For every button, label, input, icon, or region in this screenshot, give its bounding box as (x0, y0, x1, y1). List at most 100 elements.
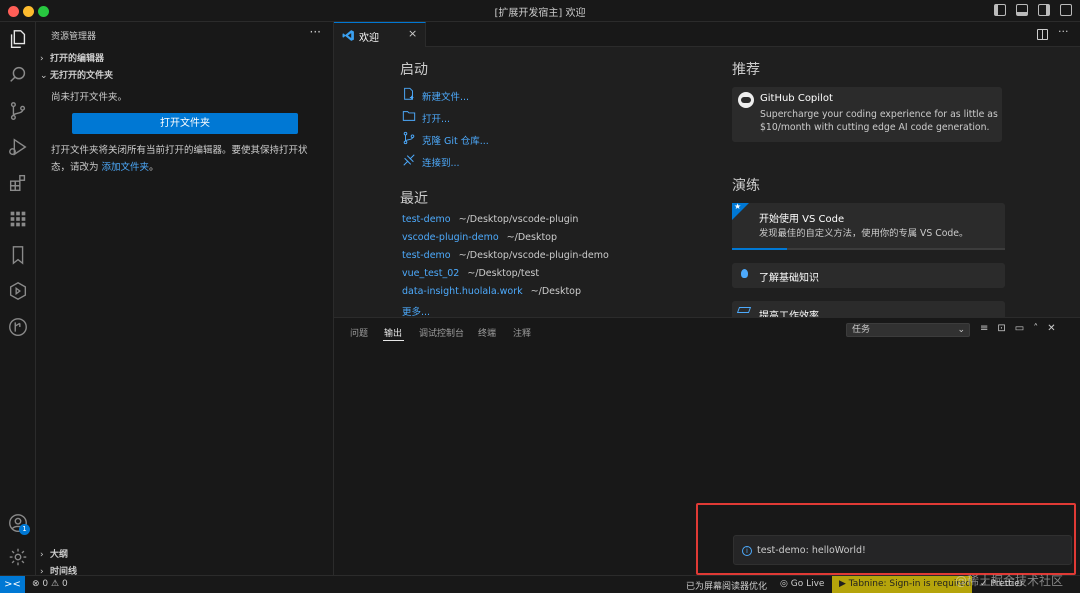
recent-name[interactable]: vue_test_02 (402, 268, 459, 279)
recent-heading: 最近 (400, 191, 428, 207)
open-in-editor-icon[interactable]: ▭ (1015, 323, 1024, 334)
notification-toast[interactable]: i test-demo: helloWorld! (733, 535, 1072, 565)
tabnine-icon: ▶ (839, 579, 846, 589)
recent-name[interactable]: test-demo (402, 214, 451, 225)
toggle-panel-icon[interactable] (1016, 4, 1028, 16)
recent-item[interactable]: test-demo ~/Desktop/vscode-plugin-demo (402, 250, 609, 261)
go-live-button[interactable]: ◎ Go Live (780, 579, 824, 589)
run-debug-icon[interactable] (7, 136, 29, 158)
tabnine-label: Tabnine: Sign-in is required! (848, 579, 972, 589)
walkthrough-basics[interactable]: 了解基础知识 (732, 263, 1005, 288)
toggle-secondary-sidebar-icon[interactable] (1038, 4, 1050, 16)
tab-problems[interactable]: 问题 (350, 326, 368, 339)
recent-name[interactable]: data-insight.huolala.work (402, 286, 523, 297)
lock-scroll-icon[interactable]: ⊡ (997, 323, 1005, 334)
status-bar: >< ⊗ 0 ⚠ 0 已为屏幕阅读器优化 ◎ Go Live ▶ Tabnine… (0, 575, 1080, 593)
tab-close-icon[interactable]: × (408, 27, 417, 40)
clear-output-icon[interactable]: ≡ (980, 323, 988, 334)
activity-bar: 1 (0, 22, 36, 575)
open-editors-label: 打开的编辑器 (50, 54, 105, 64)
source-control-icon[interactable] (7, 100, 29, 122)
maximize-panel-icon[interactable]: ˄ (1033, 323, 1038, 334)
walkthrough-2-title: 了解基础知识 (759, 273, 819, 284)
customize-layout-icon[interactable] (1060, 4, 1072, 16)
bookmark-icon[interactable] (7, 244, 29, 266)
screen-reader-status[interactable]: 已为屏幕阅读器优化 (686, 579, 767, 592)
problems-status[interactable]: ⊗ 0 ⚠ 0 (32, 579, 68, 589)
recent-name[interactable]: vscode-plugin-demo (402, 232, 499, 243)
settings-gear-icon[interactable] (7, 546, 29, 568)
hint-prefix: 态，请改为 (51, 162, 99, 173)
lightbulb-icon (741, 269, 748, 278)
tab-welcome[interactable]: 欢迎 × (334, 22, 426, 47)
panel-actions: ≡ ⊡ ▭ ˄ ✕ (980, 323, 1056, 334)
recent-path: ~/Desktop/vscode-plugin-demo (458, 250, 609, 261)
walkthrough-getting-started[interactable]: ★ 开始使用 VS Code 发现最佳的自定义方法，使用你的专属 VS Code… (732, 202, 1005, 250)
explorer-sidebar: 资源管理器 ··· › 打开的编辑器 ⌄ 无打开的文件夹 尚未打开文件夹。 打开文件… (36, 22, 334, 577)
copilot-desc-2: $10/month with cutting edge AI code gene… (760, 122, 990, 133)
watermark: @稀土掘金技术社区 (955, 574, 1064, 588)
tab-debug-console[interactable]: 调试控制台 (419, 326, 464, 339)
editor-tab-bar: 欢迎 × ··· (334, 22, 1080, 47)
tab-output[interactable]: 输出 (384, 326, 402, 339)
clone-git-label: 克隆 Git 仓库... (422, 136, 489, 147)
outline-section[interactable]: › 大纲 (40, 547, 68, 560)
output-channel-select[interactable]: 任务 ⌄ (846, 323, 970, 337)
remote-explorer-icon[interactable] (7, 280, 29, 302)
layout-controls (994, 4, 1072, 16)
toggle-sidebar-icon[interactable] (994, 4, 1006, 16)
walkthrough-heading: 演练 (732, 178, 760, 194)
extensions-icon[interactable] (7, 172, 29, 194)
close-panel-icon[interactable]: ✕ (1047, 323, 1055, 334)
tab-label: 欢迎 (359, 33, 379, 44)
tab-comments[interactable]: 注释 (513, 326, 531, 339)
tab-terminal[interactable]: 终端 (478, 326, 496, 339)
copilot-icon (738, 92, 754, 108)
more-label[interactable]: 更多... (402, 307, 430, 317)
more-actions-icon[interactable]: ··· (310, 25, 321, 39)
window-title: [扩展开发宿主] 欢迎 (494, 8, 586, 19)
sidebar-title: 资源管理器 (51, 32, 97, 42)
git-graph-icon[interactable] (7, 316, 29, 338)
warning-count: 0 (61, 579, 68, 589)
walkthrough-1-desc: 发现最佳的自定义方法，使用你的专属 VS Code。 (759, 228, 969, 239)
recent-item[interactable]: vscode-plugin-demo ~/Desktop (402, 232, 557, 243)
recent-name[interactable]: test-demo (402, 250, 451, 261)
chevron-down-icon: ⌄ (40, 71, 48, 81)
accounts-icon[interactable]: 1 (7, 512, 30, 535)
copilot-card[interactable]: GitHub Copilot Supercharge your coding e… (732, 87, 1002, 142)
split-editor-icon[interactable] (1037, 29, 1048, 40)
active-tab-underline (383, 340, 404, 341)
hint-suffix: 。 (149, 162, 159, 173)
walkthrough-1-title: 开始使用 VS Code (759, 214, 845, 225)
hint-line-2: 态，请改为 添加文件夹。 (51, 159, 308, 176)
error-icon: ⊗ (32, 579, 40, 589)
output-channel-value: 任务 (852, 325, 871, 335)
open-editors-section[interactable]: › 打开的编辑器 (40, 51, 104, 64)
hint-line-1: 打开文件夹将关闭所有当前打开的编辑器。要使其保持打开状 (51, 145, 308, 156)
editor-more-actions-icon[interactable]: ··· (1058, 25, 1069, 38)
search-icon[interactable] (7, 64, 29, 86)
recent-item[interactable]: vue_test_02 ~/Desktop/test (402, 268, 539, 279)
no-folder-section[interactable]: ⌄ 无打开的文件夹 (40, 68, 113, 81)
remote-indicator-icon[interactable]: >< (0, 576, 25, 593)
open-folder-icon (402, 111, 416, 121)
recent-item[interactable]: data-insight.huolala.work ~/Desktop (402, 286, 581, 297)
git-branch-icon (403, 131, 415, 145)
add-folder-link[interactable]: 添加文件夹 (102, 162, 150, 173)
tabnine-status[interactable]: ▶ Tabnine: Sign-in is required! (832, 576, 972, 593)
walkthrough-productivity[interactable]: 提高工作效率 (732, 301, 1005, 317)
explorer-icon[interactable] (7, 28, 29, 50)
more-recent-link[interactable]: 更多... (402, 304, 430, 317)
grid-extension-icon[interactable] (7, 208, 29, 230)
open-label: 打开... (422, 114, 451, 125)
error-count: 0 (42, 579, 49, 589)
open-folder-button[interactable]: 打开文件夹 (72, 113, 298, 134)
notification-text: test-demo: helloWorld! (757, 545, 866, 556)
welcome-page: 启动 新建文件... 打开... 克隆 Git 仓库... 连接到... 最近 … (334, 47, 1080, 317)
info-icon: i (742, 546, 752, 556)
recent-item[interactable]: test-demo ~/Desktop/vscode-plugin (402, 214, 578, 225)
recent-path: ~/Desktop (530, 286, 582, 297)
broadcast-icon: ◎ (780, 579, 788, 589)
start-heading: 启动 (400, 62, 428, 78)
